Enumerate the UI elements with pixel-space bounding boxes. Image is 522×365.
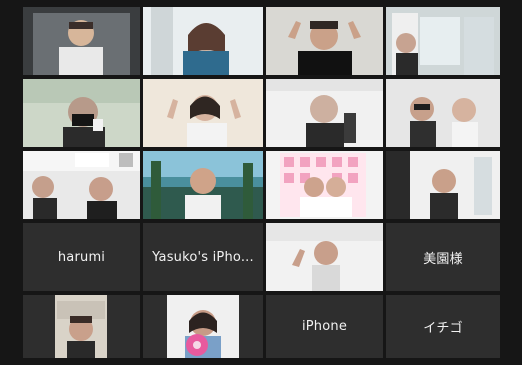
participant-video-3 [266,7,383,75]
participant-video-11 [266,151,383,219]
participant-tile-6[interactable] [143,79,263,147]
participant-tile-17[interactable] [23,295,140,358]
participant-name-19: iPhone [301,319,348,334]
participant-tile-8[interactable] [386,79,500,147]
participant-tile-19[interactable]: iPhone [266,295,383,358]
participant-tile-15[interactable] [266,223,383,291]
participant-video-5 [23,79,140,147]
participant-tile-5[interactable] [23,79,140,147]
participant-tile-7[interactable] [266,79,383,147]
participant-tile-20[interactable]: イチゴ [386,295,500,358]
participant-tile-18[interactable] [143,295,263,358]
participant-tile-11[interactable] [266,151,383,219]
participant-video-12 [386,151,500,219]
participant-video-6 [143,79,263,147]
participant-video-15 [266,223,383,291]
participant-tile-1[interactable] [23,7,140,75]
participant-video-8 [386,79,500,147]
participant-video-18 [143,295,263,358]
participant-video-7 [266,79,383,147]
participant-tile-14[interactable]: Yasuko's iPho... [143,223,263,291]
participant-name-13: harumi [57,249,106,265]
participant-name-20: イチゴ [423,321,463,336]
participant-tile-2[interactable] [143,7,263,75]
participant-video-4 [386,7,500,75]
participant-video-9 [23,151,140,219]
participant-name-16: 美園様 [423,251,463,267]
participant-video-17 [23,295,140,358]
participant-tile-3[interactable] [266,7,383,75]
participant-name-14: Yasuko's iPho... [152,249,254,265]
participant-video-1 [23,7,140,75]
participant-tile-10[interactable] [143,151,263,219]
participant-tile-9[interactable] [23,151,140,219]
participant-tile-4[interactable] [386,7,500,75]
participant-video-10 [143,151,263,219]
video-call-gallery: harumi Yasuko's iPho... 美園様 iPhone イチゴ [0,0,522,365]
participant-tile-13[interactable]: harumi [23,223,140,291]
participant-video-2 [143,7,263,75]
participant-tile-12[interactable] [386,151,500,219]
participant-tile-16[interactable]: 美園様 [386,223,500,291]
